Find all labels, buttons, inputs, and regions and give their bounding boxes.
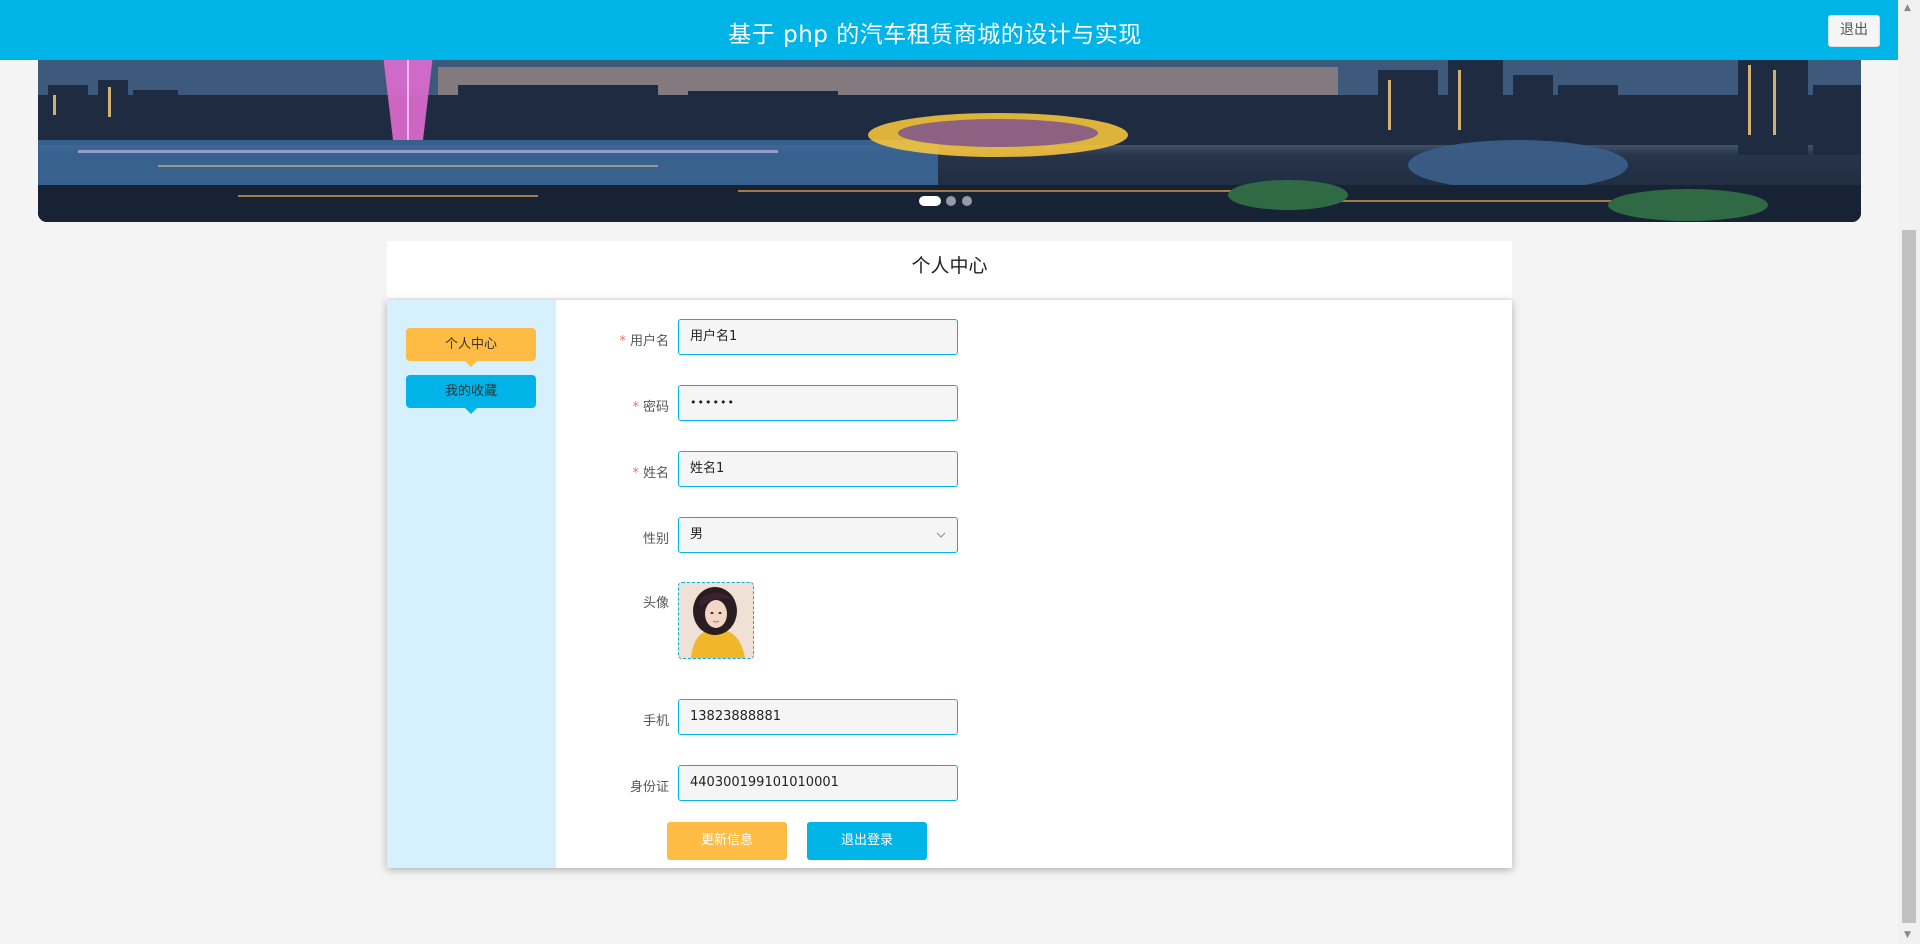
avatar-label: 头像 (642, 596, 669, 611)
carousel-dot-1[interactable] (919, 196, 941, 206)
id-card-field[interactable]: 440300199101010001 (678, 765, 958, 801)
gender-select[interactable]: 男 (678, 517, 958, 553)
header-logout-button[interactable]: 退出 (1828, 15, 1880, 47)
sidebar-item-label: 个人中心 (444, 337, 497, 352)
password-label: * 密码 (632, 400, 669, 415)
required-mark: * (619, 334, 626, 349)
avatar-upload[interactable] (678, 582, 754, 659)
sidebar-item-label: 我的收藏 (444, 384, 497, 399)
required-mark: * (632, 400, 639, 415)
phone-label: 手机 (642, 714, 669, 729)
gender-label: 性别 (642, 532, 669, 547)
password-field[interactable]: •••••• (678, 385, 958, 421)
username-field[interactable]: 用户名1 (678, 319, 958, 355)
top-header-bar: 基于 php 的汽车租赁商城的设计与实现 退出 (0, 0, 1898, 60)
avatar (679, 583, 753, 658)
carousel-dot-2[interactable] (946, 196, 956, 206)
name-label: * 姓名 (632, 466, 669, 481)
sidebar-item-favorites[interactable]: 我的收藏 (406, 375, 536, 414)
page-title: 个人中心 (387, 241, 1512, 298)
carousel-dot-3[interactable] (962, 196, 972, 206)
scroll-down-arrow-icon[interactable]: ▼ (1904, 930, 1911, 940)
update-info-button[interactable]: 更新信息 (667, 822, 787, 860)
required-mark: * (632, 466, 639, 481)
id-card-label: 身份证 (629, 780, 669, 795)
profile-card: 个人中心 我的收藏 * 用户名 用户名1 * 密码 •••••• * 姓名 姓名1 性… (387, 300, 1512, 868)
site-title: 基于 php 的汽车租赁商城的设计与实现 (728, 22, 1142, 48)
scroll-up-arrow-icon[interactable]: ▲ (1904, 3, 1911, 13)
phone-field[interactable]: 13823888881 (678, 699, 958, 735)
sidebar-item-profile[interactable]: 个人中心 (406, 328, 536, 367)
logout-button[interactable]: 退出登录 (807, 822, 927, 860)
username-label: * 用户名 (619, 334, 669, 349)
chevron-down-icon (936, 532, 946, 538)
name-field[interactable]: 姓名1 (678, 451, 958, 487)
sidebar: 个人中心 我的收藏 (387, 300, 556, 868)
page-scrollbar[interactable]: ▲ ▼ (1898, 0, 1920, 944)
scrollbar-thumb[interactable] (1902, 230, 1916, 923)
gender-value: 男 (690, 527, 704, 542)
